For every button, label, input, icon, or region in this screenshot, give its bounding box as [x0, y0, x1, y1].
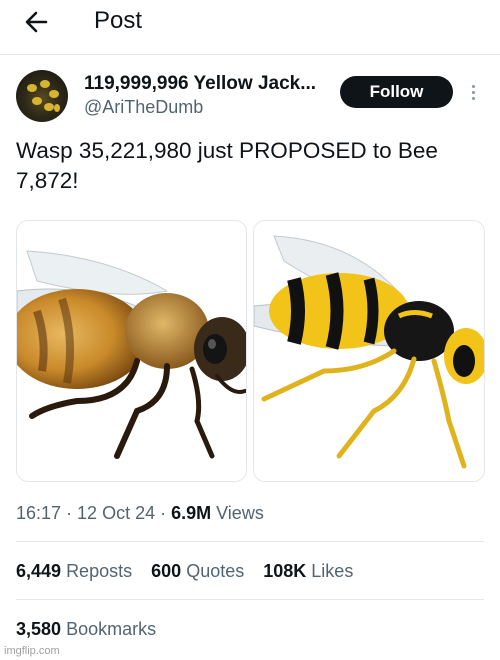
bookmarks-label: Bookmarks [66, 619, 157, 639]
wasp-illustration [254, 221, 484, 481]
more-options-button[interactable] [462, 78, 484, 106]
top-bar: Post [0, 0, 500, 46]
yellow-jacket-wasp-photo[interactable] [253, 220, 485, 482]
more-vertical-icon [471, 84, 475, 88]
bookmarks-count: 3,580 [16, 619, 62, 639]
views-count: 6.9M [171, 503, 212, 523]
engagement-stats: 6,449 Reposts 600 Quotes 108K Likes [16, 559, 367, 583]
divider [16, 599, 484, 600]
avatar[interactable] [16, 70, 68, 122]
meta-separator: · [61, 503, 78, 523]
arrow-left-icon [25, 11, 48, 33]
page-title: Post [94, 7, 143, 34]
divider [16, 541, 484, 542]
back-button[interactable] [18, 4, 54, 40]
post-text: Wasp 35,221,980 just PROPOSED to Bee 7,8… [16, 138, 438, 193]
likes-label: Likes [311, 561, 354, 581]
post-time: 16:17 [16, 503, 62, 523]
views-label: Views [211, 503, 264, 523]
quotes-stat[interactable]: 600 Quotes [151, 559, 244, 583]
header-divider [0, 54, 500, 55]
reposts-label: Reposts [66, 561, 133, 581]
reposts-stat[interactable]: 6,449 Reposts [16, 559, 132, 583]
likes-count: 108K [263, 561, 307, 581]
follow-button[interactable]: Follow [340, 76, 453, 108]
post-date: 12 Oct 24 [77, 503, 156, 523]
author-handle[interactable]: @AriTheDumb [84, 96, 203, 118]
honeybee-photo[interactable] [16, 220, 247, 482]
post-meta: 16:17 · 12 Oct 24 · 6.9M Views [16, 501, 264, 525]
honeybee-illustration [17, 221, 246, 481]
likes-stat[interactable]: 108K Likes [263, 559, 353, 583]
quotes-label: Quotes [186, 561, 245, 581]
quotes-count: 600 [151, 561, 182, 581]
author-display-name[interactable]: 119,999,996 Yellow Jack... [84, 72, 334, 96]
meta-separator: · [155, 503, 172, 523]
reposts-count: 6,449 [16, 561, 62, 581]
bookmarks-stat[interactable]: 3,580 Bookmarks [16, 617, 156, 641]
watermark: imgflip.com [4, 645, 60, 657]
